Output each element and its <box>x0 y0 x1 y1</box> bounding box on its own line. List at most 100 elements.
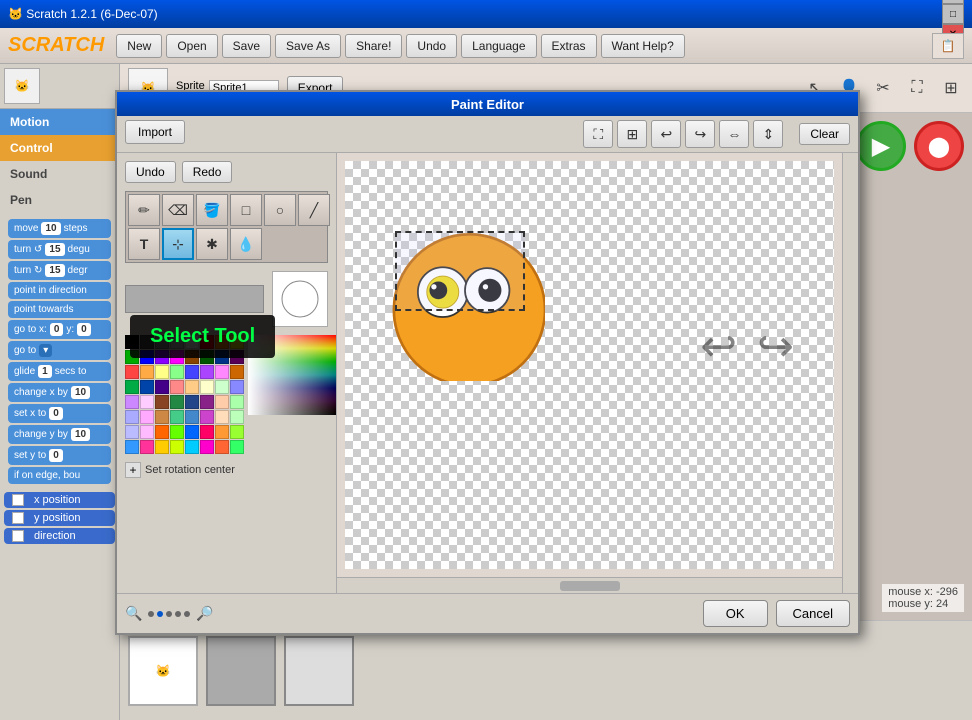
color-swatch[interactable] <box>155 350 169 364</box>
save-as-button[interactable]: Save As <box>275 34 341 58</box>
color-swatch[interactable] <box>140 365 154 379</box>
color-swatch[interactable] <box>140 380 154 394</box>
color-swatch[interactable] <box>215 440 229 454</box>
fit-canvas-icon[interactable]: ⛶ <box>583 120 613 148</box>
color-swatch[interactable] <box>155 425 169 439</box>
color-swatch[interactable] <box>155 380 169 394</box>
h-scroll-thumb[interactable] <box>560 581 620 591</box>
pe-color-picker[interactable] <box>248 335 336 415</box>
category-motion[interactable]: Motion <box>0 109 119 135</box>
color-swatch[interactable] <box>170 425 184 439</box>
flip-h-icon[interactable]: ⇔ <box>719 120 749 148</box>
grid-icon[interactable]: ⊞ <box>938 75 964 101</box>
color-swatch[interactable] <box>215 380 229 394</box>
script-change-y[interactable]: change y by 10 <box>8 425 111 444</box>
color-swatch[interactable] <box>170 440 184 454</box>
open-button[interactable]: Open <box>166 34 217 58</box>
color-swatch[interactable] <box>170 380 184 394</box>
color-swatch[interactable] <box>170 395 184 409</box>
color-swatch[interactable] <box>125 395 139 409</box>
color-swatch[interactable] <box>215 335 229 349</box>
share-button[interactable]: Share! <box>345 34 402 58</box>
color-swatch[interactable] <box>185 410 199 424</box>
color-swatch[interactable] <box>140 410 154 424</box>
color-swatch[interactable] <box>200 365 214 379</box>
line-tool[interactable]: ╱ <box>298 194 330 226</box>
stamp-tool[interactable]: ✱ <box>196 228 228 260</box>
color-swatch[interactable] <box>125 350 139 364</box>
sv-gradient[interactable] <box>248 335 336 415</box>
color-swatch[interactable] <box>230 440 244 454</box>
color-swatch[interactable] <box>230 335 244 349</box>
color-swatch[interactable] <box>230 395 244 409</box>
monitor-y-check[interactable]: ✓ <box>12 512 24 524</box>
zoom-dot-4[interactable] <box>175 611 181 617</box>
color-swatch[interactable] <box>125 335 139 349</box>
color-swatch[interactable] <box>155 365 169 379</box>
pe-canvas[interactable]: ↩ ↪ <box>345 161 834 569</box>
color-swatch[interactable] <box>185 350 199 364</box>
help-button[interactable]: Want Help? <box>601 34 685 58</box>
notepad-icon[interactable]: 📋 <box>932 33 964 59</box>
color-swatch[interactable] <box>200 425 214 439</box>
new-button[interactable]: New <box>116 34 162 58</box>
color-swatch[interactable] <box>215 410 229 424</box>
fullscreen-icon[interactable]: ⛶ <box>904 75 930 101</box>
sprite-thumb-1[interactable]: 🐱 <box>128 636 198 706</box>
color-swatch[interactable] <box>215 350 229 364</box>
color-swatch[interactable] <box>125 440 139 454</box>
stop-button[interactable]: ⬤ <box>914 121 964 171</box>
pe-vertical-scrollbar[interactable] <box>842 153 858 593</box>
color-swatch[interactable] <box>230 380 244 394</box>
color-swatch[interactable] <box>155 335 169 349</box>
monitor-x-check[interactable]: ✓ <box>12 494 24 506</box>
color-swatch[interactable] <box>200 410 214 424</box>
category-pen[interactable]: Pen <box>0 187 119 213</box>
color-swatch[interactable] <box>230 350 244 364</box>
maximize-button[interactable]: □ <box>942 4 964 24</box>
zoom-dot-2[interactable] <box>157 611 163 617</box>
pe-horizontal-scrollbar[interactable] <box>337 577 842 593</box>
script-goto-xy[interactable]: go to x: 0 y: 0 <box>8 320 111 339</box>
flip-v-icon[interactable]: ⇕ <box>753 120 783 148</box>
zoom-in-icon[interactable]: 🔍 <box>196 605 213 622</box>
color-swatch[interactable] <box>200 395 214 409</box>
script-move[interactable]: move 10 steps <box>8 219 111 238</box>
monitor-dir-check[interactable]: ✓ <box>12 530 24 542</box>
undo-menu-button[interactable]: Undo <box>406 34 457 58</box>
color-swatch[interactable] <box>155 440 169 454</box>
undo-icon[interactable]: ↩ <box>651 120 681 148</box>
color-swatch[interactable] <box>185 425 199 439</box>
extras-button[interactable]: Extras <box>541 34 597 58</box>
text-tool[interactable]: T <box>128 228 160 260</box>
zoom-dot-1[interactable] <box>148 611 154 617</box>
pencil-tool[interactable]: ✏ <box>128 194 160 226</box>
color-swatch[interactable] <box>215 425 229 439</box>
save-button[interactable]: Save <box>222 34 271 58</box>
color-swatch[interactable] <box>125 425 139 439</box>
category-sound[interactable]: Sound <box>0 161 119 187</box>
color-swatch[interactable] <box>170 350 184 364</box>
script-point-towards[interactable]: point towards <box>8 301 111 318</box>
ok-button[interactable]: OK <box>703 600 768 627</box>
cancel-button[interactable]: Cancel <box>776 600 850 627</box>
color-swatch[interactable] <box>125 380 139 394</box>
color-swatch[interactable] <box>200 335 214 349</box>
script-turn-left[interactable]: turn ↺ 15 degu <box>8 240 111 259</box>
color-swatch[interactable] <box>140 350 154 364</box>
color-swatch[interactable] <box>200 440 214 454</box>
fill-tool[interactable]: 🪣 <box>196 194 228 226</box>
color-swatch[interactable] <box>230 365 244 379</box>
script-glide[interactable]: glide 1 secs to <box>8 362 111 381</box>
color-swatch[interactable] <box>125 365 139 379</box>
color-swatch[interactable] <box>140 440 154 454</box>
color-swatch[interactable] <box>215 395 229 409</box>
script-set-y[interactable]: set y to 0 <box>8 446 111 465</box>
zoom-dot-3[interactable] <box>166 611 172 617</box>
color-swatch[interactable] <box>185 365 199 379</box>
grid-toggle-icon[interactable]: ⊞ <box>617 120 647 148</box>
rect-tool[interactable]: □ <box>230 194 262 226</box>
pe-redo-button[interactable]: Redo <box>182 161 233 183</box>
sprite-thumb-3[interactable] <box>284 636 354 706</box>
zoom-dot-5[interactable] <box>184 611 190 617</box>
